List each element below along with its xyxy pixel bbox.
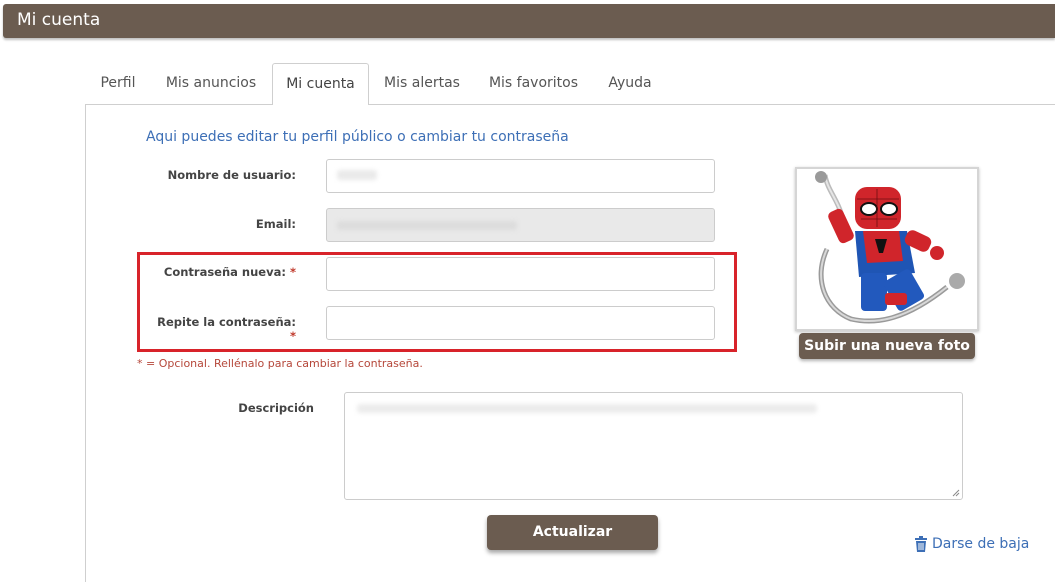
new-password-label-text: Contraseña nueva: — [163, 265, 286, 279]
tab-ayuda[interactable]: Ayuda — [598, 63, 662, 105]
profile-photo — [795, 167, 979, 331]
unsubscribe-label: Darse de baja — [932, 536, 1030, 552]
trash-icon — [915, 536, 927, 552]
email-field — [326, 208, 715, 242]
new-password-field[interactable] — [326, 257, 715, 291]
username-label: Nombre de usuario: — [167, 168, 296, 182]
repeat-password-field[interactable] — [326, 306, 715, 340]
page-header: Mi cuenta — [3, 4, 1055, 38]
username-field[interactable] — [326, 159, 715, 193]
repeat-password-label: Repite la contraseña: * — [150, 315, 296, 343]
repeat-password-label-text: Repite la contraseña: — [157, 315, 296, 329]
blurred-username — [337, 170, 377, 180]
new-password-label: Contraseña nueva: * — [150, 265, 296, 279]
required-mark: * — [289, 329, 296, 343]
lego-spiderman-avatar-icon — [815, 171, 965, 324]
upload-photo-button[interactable]: Subir una nueva foto — [799, 333, 975, 359]
account-tabs: Perfil Mis anuncios Mi cuenta Mis alerta… — [85, 63, 1055, 105]
form-intro: Aqui puedes editar tu perfil público o c… — [146, 129, 569, 145]
description-textarea[interactable] — [344, 392, 963, 500]
page-title: Mi cuenta — [17, 10, 101, 30]
panel-border — [85, 104, 86, 582]
required-mark: * — [289, 265, 296, 279]
tab-perfil[interactable]: Perfil — [85, 63, 151, 105]
tab-mi-cuenta[interactable]: Mi cuenta — [272, 63, 369, 105]
tab-mis-alertas[interactable]: Mis alertas — [375, 63, 469, 105]
blurred-description — [357, 404, 817, 413]
email-label: Email: — [255, 217, 296, 231]
tab-mis-favoritos[interactable]: Mis favoritos — [479, 63, 588, 105]
unsubscribe-link[interactable]: Darse de baja — [914, 536, 1029, 552]
update-button[interactable]: Actualizar — [487, 515, 658, 550]
tab-divider — [85, 104, 1055, 105]
blurred-email — [337, 221, 517, 230]
tab-mis-anuncios[interactable]: Mis anuncios — [155, 63, 267, 105]
resize-grip-icon[interactable] — [952, 489, 960, 497]
description-label: Descripción — [238, 401, 314, 415]
password-note: * = Opcional. Rellénalo para cambiar la … — [137, 357, 423, 370]
